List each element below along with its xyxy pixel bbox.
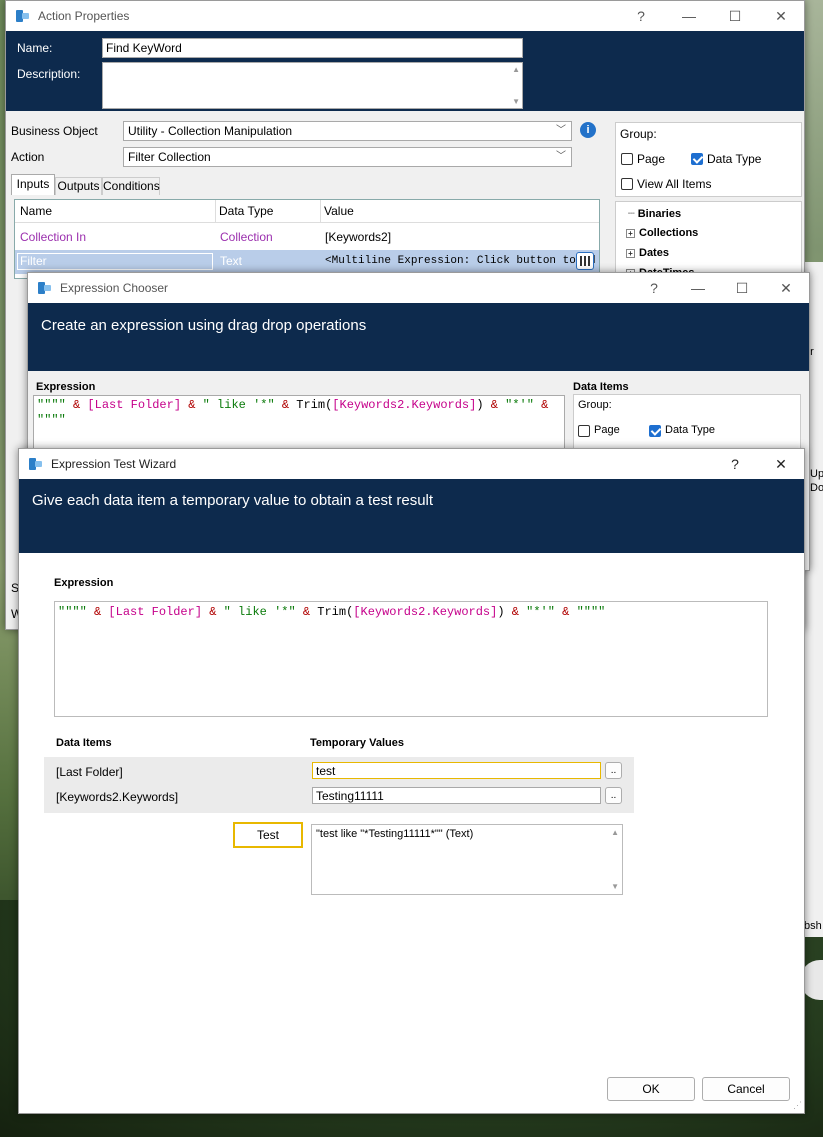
data-items-label: Data Items <box>573 381 629 393</box>
tree-item-binaries[interactable]: ┄ Binaries <box>628 207 681 220</box>
col-header-name[interactable]: Name <box>20 204 52 218</box>
tab-outputs[interactable]: Outputs <box>55 177 102 195</box>
test-button[interactable]: Test <box>233 822 303 848</box>
table-row[interactable]: Collection In Collection [Keywords2] <box>15 223 599 249</box>
chevron-down-icon: ﹀ <box>556 125 566 136</box>
info-icon[interactable]: i <box>580 122 596 138</box>
bg-fragment-bsh: bsh <box>804 920 822 932</box>
calculator-icon[interactable] <box>576 252 594 270</box>
temp-value-input[interactable] <box>312 762 601 779</box>
business-object-label: Business Object <box>11 124 98 138</box>
wizard-banner: Give each data item a temporary value to… <box>19 479 804 553</box>
col-header-data-type[interactable]: Data Type <box>219 204 273 218</box>
cancel-button[interactable]: Cancel <box>702 1077 790 1101</box>
window-title: Expression Chooser <box>60 281 169 295</box>
tree-item-collections[interactable]: + Collections <box>626 227 698 239</box>
tab-inputs[interactable]: Inputs <box>11 174 55 195</box>
data-type-checkbox[interactable] <box>691 153 703 165</box>
help-button[interactable]: ? <box>631 273 677 303</box>
data-item-label: [Last Folder] <box>56 765 123 779</box>
action-label: Action <box>11 150 45 164</box>
action-select[interactable]: Filter Collection ﹀ <box>123 147 572 167</box>
maximize-button[interactable]: ☐ <box>712 1 758 31</box>
close-button[interactable]: ✕ <box>758 449 804 479</box>
expression-chooser-titlebar: Expression Chooser ? — ☐ ✕ <box>28 273 809 303</box>
business-object-select[interactable]: Utility - Collection Manipulation ﹀ <box>123 121 572 141</box>
expand-icon: + <box>626 249 635 258</box>
header-panel: Name: Description: ▲ ▼ <box>6 31 804 111</box>
expression-test-wizard-window: Expression Test Wizard ? ✕ Give each dat… <box>18 448 805 1114</box>
scroll-up-icon[interactable]: ▲ <box>512 65 520 74</box>
bg-fragment-up: Up <box>810 468 823 480</box>
description-textarea[interactable]: ▲ ▼ <box>102 62 523 109</box>
banner-text: Create an expression using drag drop ope… <box>41 317 367 334</box>
close-button[interactable]: ✕ <box>758 1 804 31</box>
ellipsis-button[interactable]: .. <box>605 787 622 804</box>
description-label: Description: <box>17 67 81 81</box>
table-row-selected[interactable]: Filter Text <Multiline Expression: Click… <box>15 250 599 274</box>
resize-grip-icon[interactable]: ⋰ <box>793 1100 802 1111</box>
tab-conditions[interactable]: Conditions <box>102 177 160 195</box>
page-checkbox[interactable] <box>578 425 590 437</box>
chevron-down-icon: ﹀ <box>556 151 566 162</box>
scroll-up-icon[interactable]: ▲ <box>611 828 619 837</box>
help-button[interactable]: ? <box>712 449 758 479</box>
data-item-label: [Keywords2.Keywords] <box>56 790 179 804</box>
action-properties-titlebar: Action Properties ? — ☐ ✕ <box>6 1 804 31</box>
page-checkbox[interactable] <box>621 153 633 165</box>
wizard-titlebar: Expression Test Wizard ? ✕ <box>19 449 804 479</box>
expand-icon: + <box>626 229 635 238</box>
app-icon <box>16 9 30 23</box>
test-result-box: "test like "*Testing11111*"" (Text) ▲ ▼ <box>311 824 623 895</box>
filter-name-cell[interactable]: Filter <box>17 253 213 270</box>
window-title: Action Properties <box>38 9 130 23</box>
expression-label: Expression <box>54 577 114 589</box>
maximize-button[interactable]: ☐ <box>719 273 765 303</box>
data-items-tree: ┄ Binaries +Collections +Dates +DateTime… <box>615 201 802 275</box>
ok-button[interactable]: OK <box>607 1077 695 1101</box>
help-button[interactable]: ? <box>618 1 664 31</box>
expression-editor[interactable]: """" & [Last Folder] & " like '*" & Trim… <box>33 395 565 451</box>
data-type-checkbox[interactable] <box>649 425 661 437</box>
group-panel: Group: Page Data Type View All Items <box>615 122 802 197</box>
app-icon <box>38 281 52 295</box>
bg-fragment-do: Do <box>810 482 823 494</box>
tree-item-dates[interactable]: + Dates <box>626 247 669 259</box>
data-items-grid: [Last Folder] .. [Keywords2.Keywords] .. <box>44 757 634 813</box>
name-input[interactable] <box>102 38 523 58</box>
data-items-header: Data Items <box>56 737 112 749</box>
wizard-body: Expression """" & [Last Folder] & " like… <box>19 553 804 1113</box>
minimize-button[interactable]: — <box>666 1 712 31</box>
window-title: Expression Test Wizard <box>51 457 177 471</box>
expression-chooser-banner: Create an expression using drag drop ope… <box>28 303 809 371</box>
expression-display[interactable]: """" & [Last Folder] & " like '*" & Trim… <box>54 601 768 717</box>
banner-text: Give each data item a temporary value to… <box>32 492 434 509</box>
col-header-value[interactable]: Value <box>324 204 354 218</box>
view-all-items-checkbox[interactable] <box>621 178 633 190</box>
inputs-table: Name Data Type Value Collection In Colle… <box>14 199 600 279</box>
minimize-button[interactable]: — <box>675 273 721 303</box>
temp-value-input[interactable] <box>312 787 601 804</box>
close-button[interactable]: ✕ <box>763 273 809 303</box>
ellipsis-button[interactable]: .. <box>605 762 622 779</box>
scroll-down-icon[interactable]: ▼ <box>611 882 619 891</box>
expression-label: Expression <box>36 381 96 393</box>
temp-values-header: Temporary Values <box>310 737 404 749</box>
group-label: Group: <box>620 127 657 141</box>
name-label: Name: <box>17 41 53 55</box>
scroll-down-icon[interactable]: ▼ <box>512 97 520 106</box>
app-icon <box>29 457 43 471</box>
